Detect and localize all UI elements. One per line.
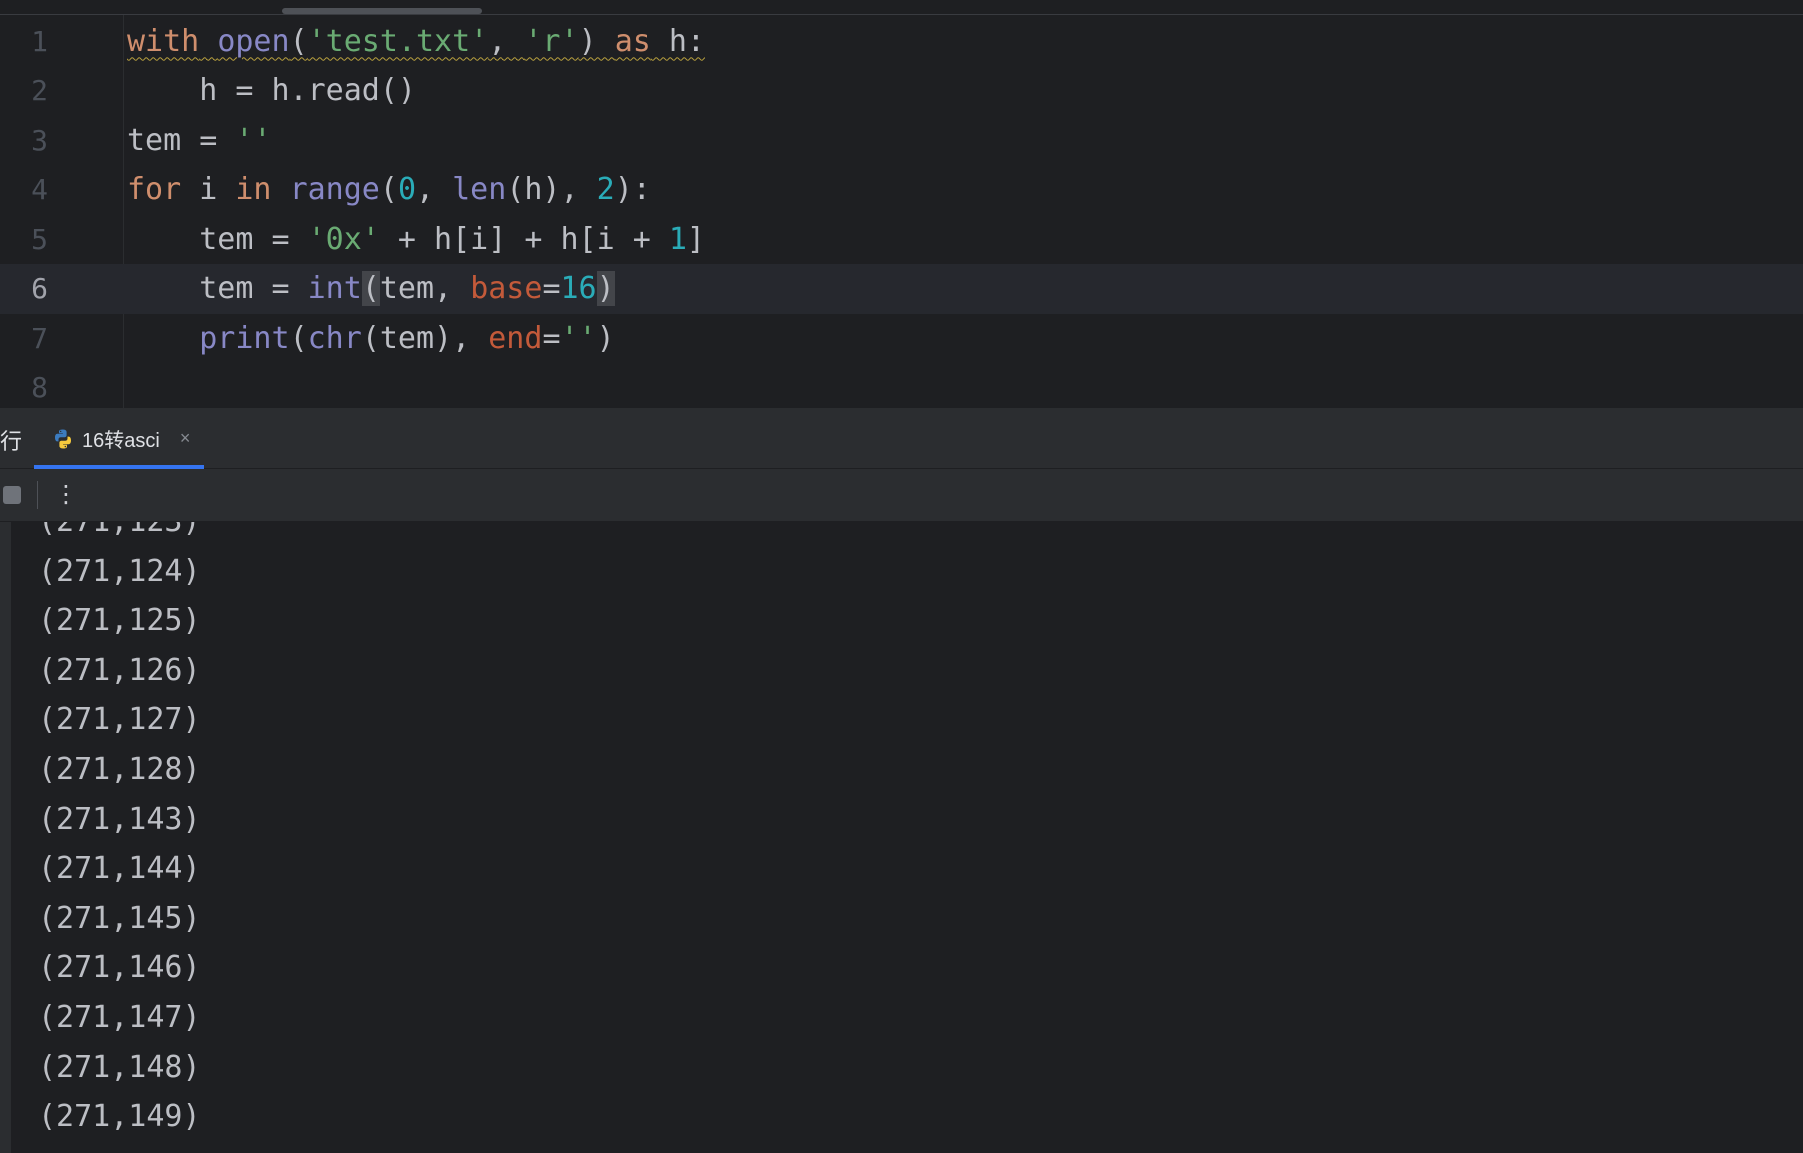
code-token: tem = — [127, 271, 308, 306]
code-text: tem = '0x' + h[i] + h[i + 1] — [127, 222, 705, 257]
code-token: ) — [578, 23, 615, 59]
console-output[interactable]: (271,123) (271,124) (271,125) (271,126) (271… — [0, 522, 1803, 1153]
code-line[interactable]: 3 tem = '' — [0, 115, 1803, 165]
code-token: (h), — [506, 172, 597, 207]
code-token: tem = — [127, 122, 236, 158]
code-token: ) — [596, 320, 615, 356]
code-line[interactable]: 1 with open('test.txt', 'r') as h: — [0, 16, 1803, 66]
code-token: 'test.txt' — [307, 23, 489, 59]
code-token: with — [127, 23, 200, 59]
console-line: (271,127) — [38, 702, 201, 738]
line-number[interactable]: 4 — [0, 173, 48, 206]
code-token: , — [488, 23, 525, 59]
code-token: , — [416, 172, 453, 207]
console-line: (271,143) — [38, 801, 201, 837]
code-text: for i in range(0, len(h), 2): — [127, 172, 651, 207]
code-token: ( — [289, 320, 308, 356]
console-line: (271,146) — [38, 950, 201, 986]
line-number[interactable]: 5 — [0, 223, 48, 256]
line-number[interactable]: 6 — [0, 272, 48, 305]
code-token: = — [542, 271, 561, 306]
console-line: (271,148) — [38, 1049, 201, 1085]
code-editor[interactable]: 1 with open('test.txt', 'r') as h: 2 h = h… — [0, 0, 1803, 408]
code-token: as — [614, 23, 651, 59]
code-token: open — [217, 23, 290, 59]
code-line[interactable]: 2 h = h.read() — [0, 66, 1803, 116]
code-token: 0 — [397, 172, 416, 207]
line-number[interactable]: 7 — [0, 322, 48, 355]
tab-label: 16转asci — [82, 430, 160, 452]
code-token: '' — [235, 122, 272, 158]
code-token: tem, — [379, 271, 471, 306]
code-token: ) — [596, 271, 615, 306]
code-token: + h[i] + h[i + — [379, 221, 669, 257]
console-line: (271,149) — [38, 1099, 201, 1135]
code-text: tem = '' — [127, 123, 272, 158]
code-token: ( — [289, 23, 308, 59]
code-token: base — [470, 271, 543, 306]
code-token: range — [289, 172, 380, 207]
code-text: tem = int(tem, base=16) — [127, 271, 615, 306]
run-panel-label[interactable]: 行 — [0, 424, 22, 456]
line-number[interactable]: 3 — [0, 124, 48, 157]
more-options-icon[interactable]: ⋮ — [54, 480, 78, 508]
code-token: in — [235, 172, 272, 207]
code-token: i — [181, 172, 236, 207]
run-toolbar: ⋮ — [0, 469, 1803, 522]
code-token: h: — [650, 23, 705, 59]
code-text: with open('test.txt', 'r') as h: — [127, 24, 705, 59]
python-icon — [52, 428, 74, 450]
console-line: (271,128) — [38, 752, 201, 787]
code-text: h = h.read() — [127, 73, 416, 108]
console-gutter — [0, 522, 11, 1153]
code-token: ] — [686, 221, 705, 257]
code-token: ): — [614, 172, 651, 207]
code-line[interactable]: 7 print(chr(tem), end='') — [0, 313, 1803, 363]
line-number[interactable]: 2 — [0, 74, 48, 107]
code-token: for — [127, 172, 182, 207]
code-token: 'r' — [524, 23, 579, 59]
editor-top-border — [0, 14, 1803, 15]
code-line[interactable]: 8 — [0, 363, 1803, 413]
code-line[interactable]: 6 tem = int(tem, base=16) — [0, 263, 1803, 314]
code-token: 16 — [560, 271, 597, 306]
close-icon[interactable]: × — [180, 428, 191, 449]
code-token: print — [199, 320, 290, 356]
console-line: (271,144) — [38, 851, 201, 887]
line-number[interactable]: 8 — [0, 371, 48, 404]
code-token: 1 — [668, 221, 687, 257]
console-line: (271,147) — [38, 1000, 201, 1035]
console-line: (271,124) — [38, 553, 201, 589]
code-text: print(chr(tem), end='') — [127, 320, 615, 356]
line-number[interactable]: 1 — [0, 25, 48, 58]
code-token: int — [307, 271, 362, 306]
code-line[interactable]: 5 tem = '0x' + h[i] + h[i + 1] — [0, 214, 1803, 264]
code-token: len — [452, 172, 507, 207]
toolbar-separator — [37, 481, 38, 509]
code-token: (tem), — [361, 320, 489, 356]
code-token: end — [488, 320, 543, 356]
code-token: ( — [379, 172, 398, 207]
code-token: = — [542, 320, 561, 356]
stop-icon[interactable] — [3, 486, 21, 504]
code-token: chr — [307, 320, 362, 356]
code-token: h = h.read() — [127, 73, 416, 108]
console-line: (271,126) — [38, 652, 201, 688]
run-tool-window-header: 行 16转asci × — [0, 408, 1803, 469]
code-token: '0x' — [307, 221, 380, 257]
console-line: (271,125) — [38, 603, 201, 639]
code-line[interactable]: 4 for i in range(0, len(h), 2): — [0, 165, 1803, 215]
console-line: (271,123) — [38, 522, 201, 539]
code-token: 2 — [596, 172, 615, 207]
tab-run-config[interactable]: 16转asci × — [34, 408, 204, 469]
code-token: tem = — [127, 221, 308, 257]
console-line: (271,145) — [38, 900, 201, 936]
code-token: '' — [560, 320, 597, 356]
horizontal-scrollbar-thumb[interactable] — [282, 8, 482, 14]
code-token: ( — [361, 271, 380, 306]
